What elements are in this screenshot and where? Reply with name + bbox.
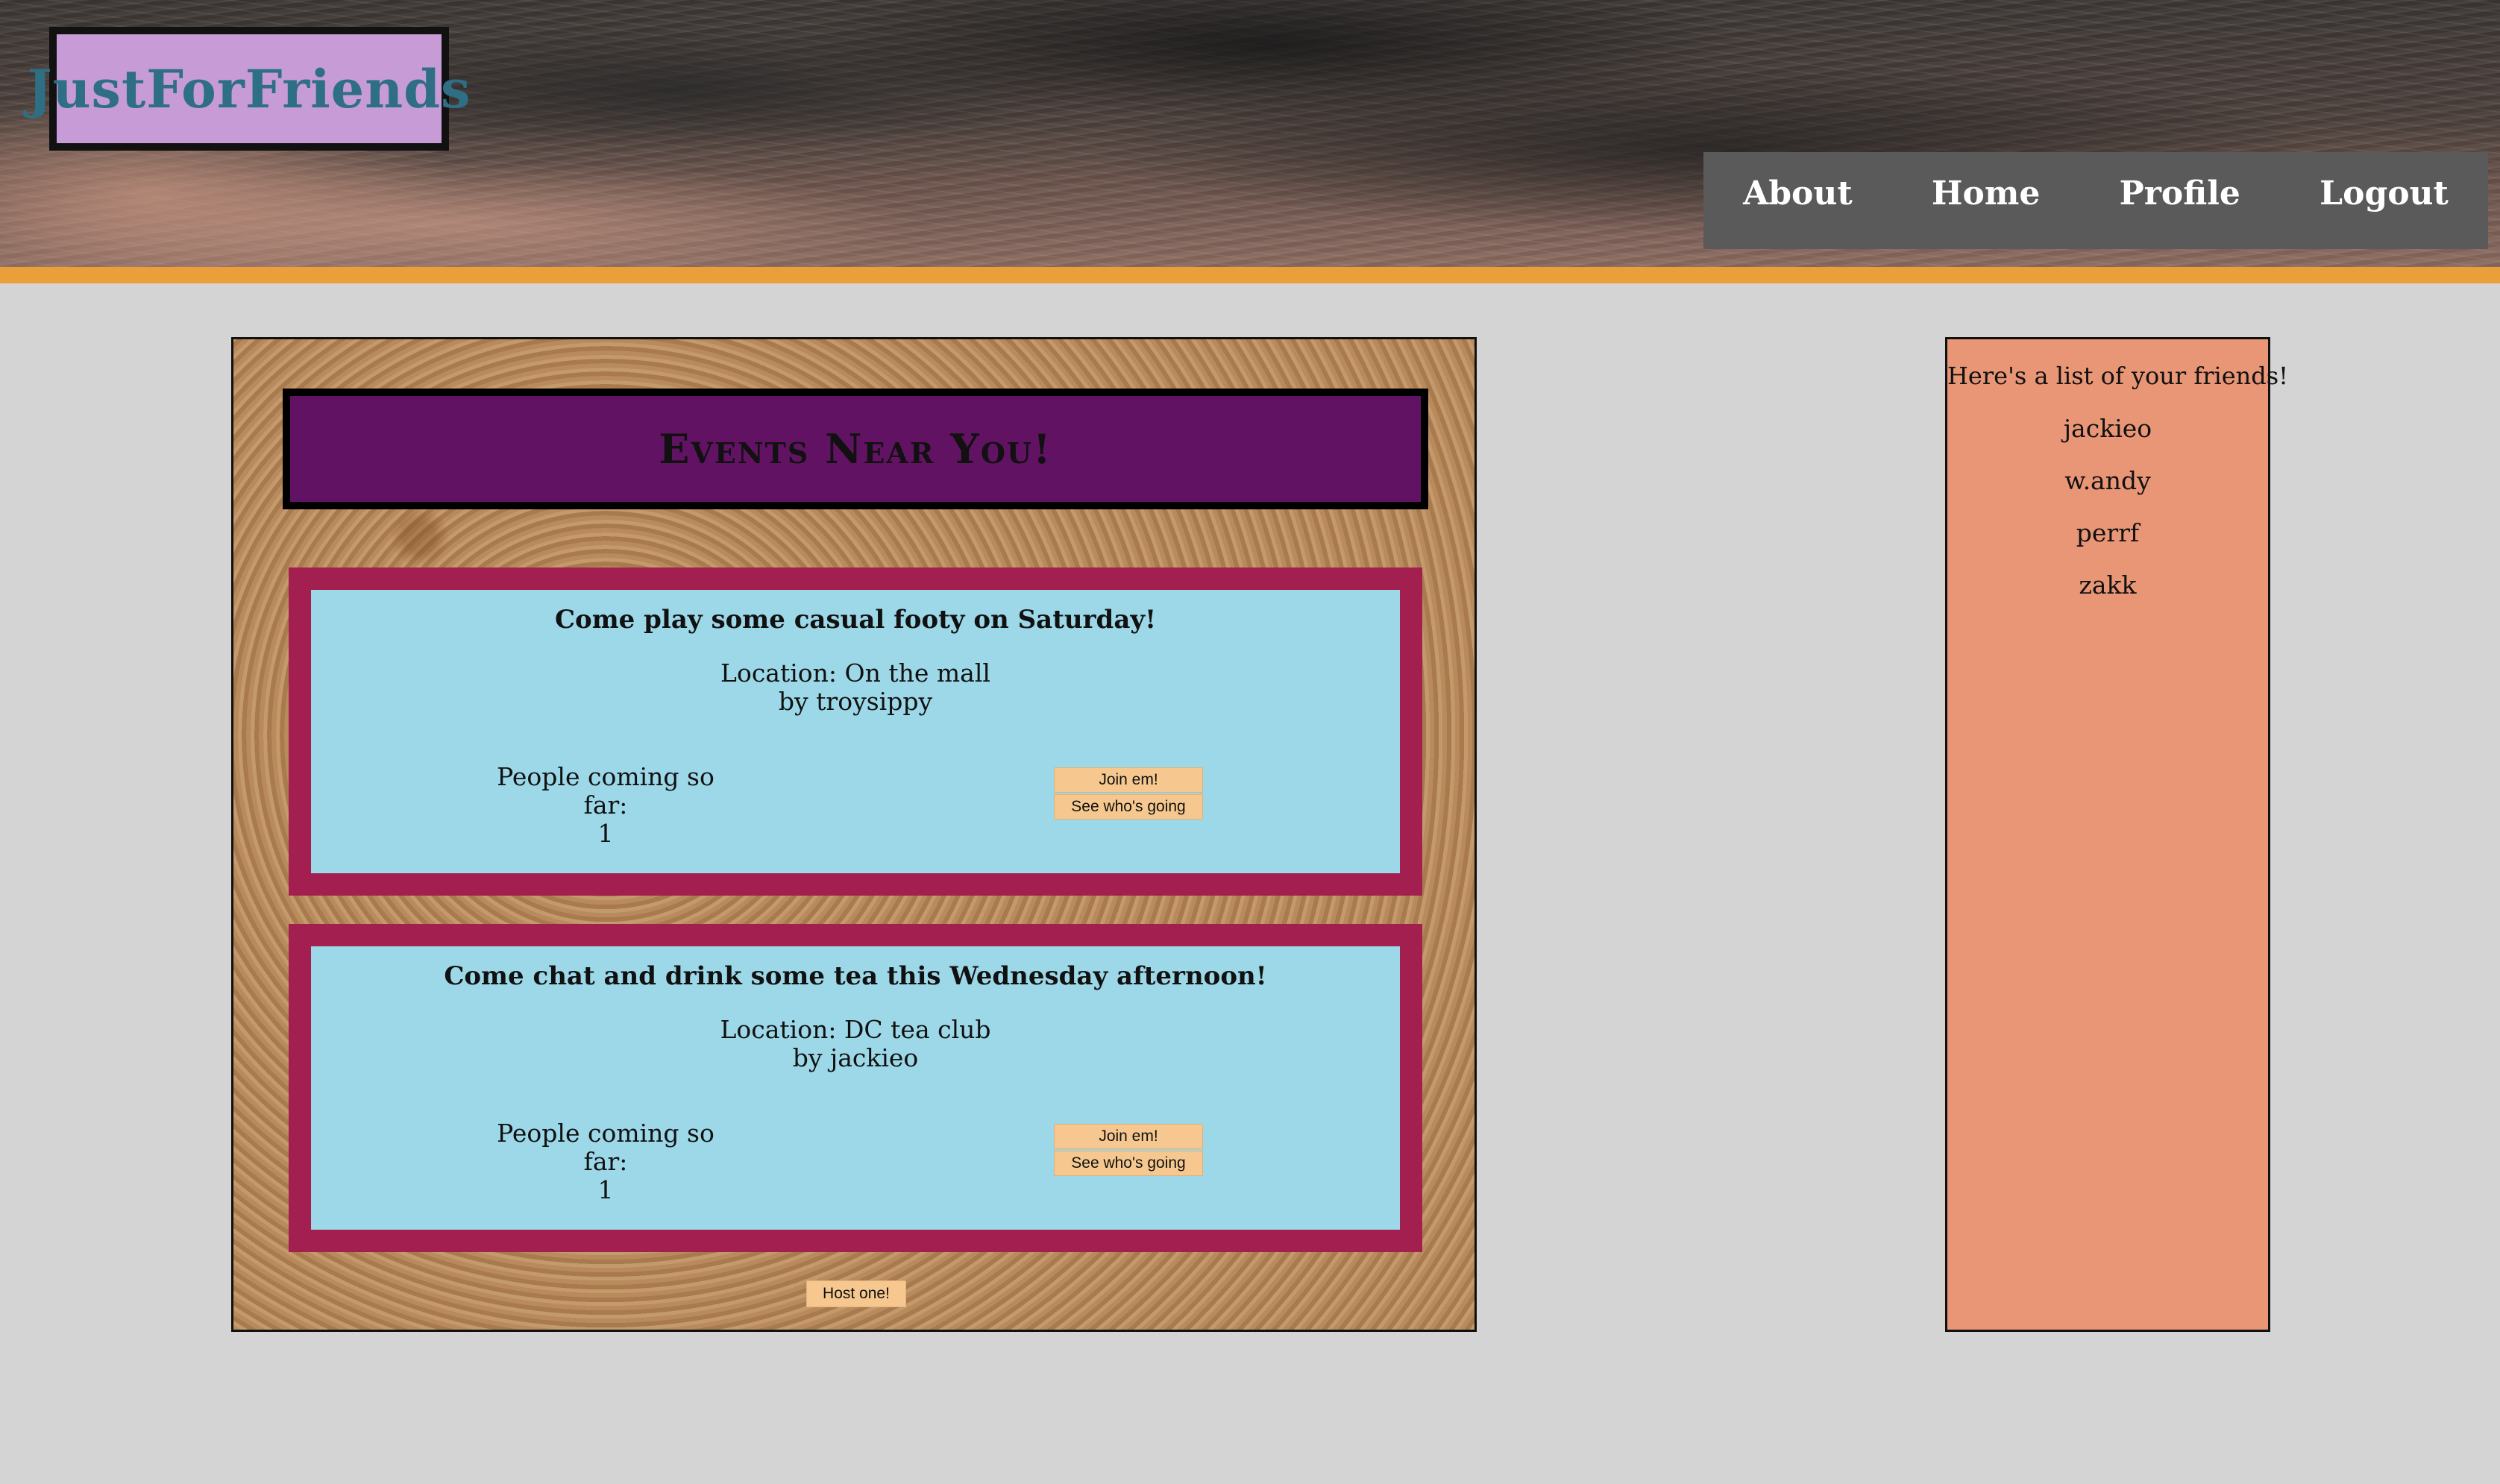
people-coming: People coming so far: 1: [475, 1119, 736, 1204]
event-card: Come chat and drink some tea this Wednes…: [289, 924, 1422, 1252]
people-coming-label: People coming so far:: [497, 1119, 714, 1176]
site-logo[interactable]: JustForFriends: [28, 27, 470, 151]
events-board: Events Near You! Come play some casual f…: [231, 337, 1477, 1332]
header-accent-stripe: [0, 267, 2500, 283]
nav-link-about[interactable]: About: [1736, 175, 1860, 213]
event-host: by troysippy: [778, 687, 933, 716]
event-location: Location: DC tea club: [720, 1015, 991, 1044]
friend-item[interactable]: perrf: [1947, 518, 2268, 547]
event-card-body: Come play some casual footy on Saturday!…: [311, 590, 1400, 873]
event-card: Come play some casual footy on Saturday!…: [289, 567, 1422, 896]
event-actions: Join em! See who's going: [1054, 1124, 1203, 1176]
friends-panel: Here's a list of your friends! jackieo w…: [1945, 337, 2289, 1332]
people-coming-count: 1: [597, 819, 614, 848]
events-title: Events Near You!: [659, 425, 1052, 473]
event-title: Come chat and drink some tea this Wednes…: [444, 961, 1267, 991]
event-location: Location: On the mall: [720, 658, 990, 688]
nav-link-home[interactable]: Home: [1924, 175, 2047, 213]
people-coming-count: 1: [597, 1175, 614, 1204]
event-title: Come play some casual footy on Saturday!: [554, 605, 1157, 635]
friend-item[interactable]: w.andy: [1947, 466, 2268, 495]
event-card-body: Come chat and drink some tea this Wednes…: [311, 946, 1400, 1230]
join-event-button[interactable]: Join em!: [1054, 1124, 1203, 1149]
see-attendees-button[interactable]: See who's going: [1054, 794, 1203, 820]
event-host: by jackieo: [792, 1043, 919, 1072]
events-title-box: Events Near You!: [283, 389, 1428, 509]
nav-link-profile[interactable]: Profile: [2112, 175, 2248, 213]
event-actions: Join em! See who's going: [1054, 767, 1203, 820]
friend-item[interactable]: jackieo: [1947, 414, 2268, 443]
main-nav: About Home Profile Logout: [1703, 152, 2488, 249]
host-event-button[interactable]: Host one!: [806, 1280, 906, 1307]
join-event-button[interactable]: Join em!: [1054, 767, 1203, 793]
site-logo-text: JustForFriends: [27, 57, 471, 120]
people-coming: People coming so far: 1: [475, 763, 736, 848]
people-coming-label: People coming so far:: [497, 762, 714, 820]
nav-link-logout[interactable]: Logout: [2312, 175, 2456, 213]
see-attendees-button[interactable]: See who's going: [1054, 1151, 1203, 1176]
friends-heading: Here's a list of your friends!: [1947, 362, 2289, 390]
friend-item[interactable]: zakk: [1947, 570, 2268, 600]
